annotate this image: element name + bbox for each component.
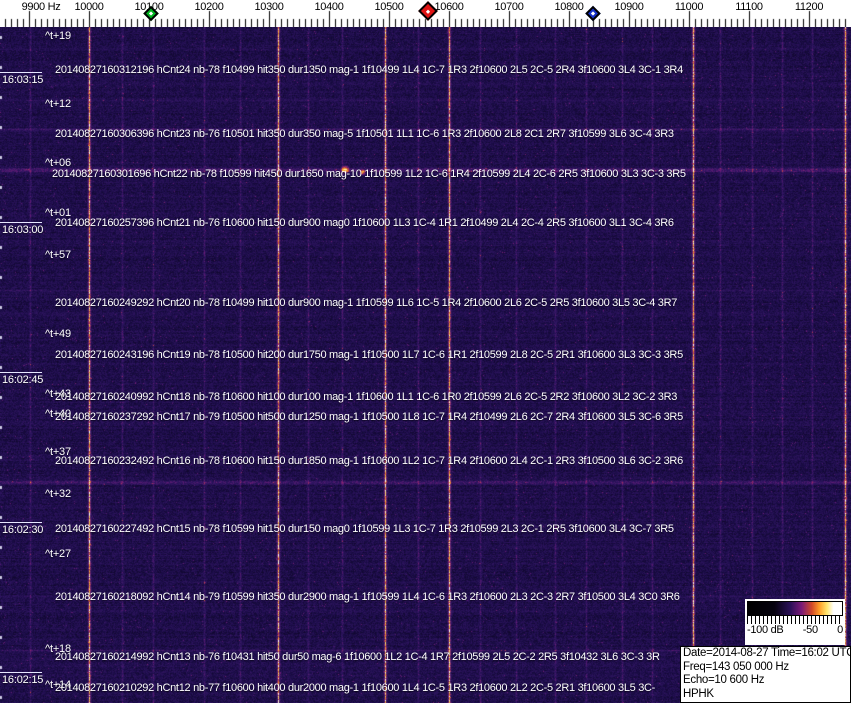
info-frequency: Freq=143 050 000 Hz <box>683 660 789 673</box>
echo-event-text: 20140827160214992 hCnt13 nb-76 f10431 hi… <box>55 651 660 663</box>
db-max-label: 0 <box>837 624 843 636</box>
freq-tick-label: 10200 <box>194 1 224 13</box>
echo-event-text: 20140827160237292 hCnt17 nb-79 f10500 hi… <box>55 411 683 423</box>
echo-event-text: 20140827160243196 hCnt19 nb-78 f10500 hi… <box>55 349 683 361</box>
time-tick-label: 16:02:45 <box>0 372 44 386</box>
time-tick-label: 16:03:00 <box>0 222 44 236</box>
freq-tick-label: 10500 <box>374 1 404 13</box>
freq-tick-label: 10300 <box>254 1 284 13</box>
freq-tick-label: 10000 <box>74 1 104 13</box>
diamond-center-dot <box>148 11 154 16</box>
db-color-legend: -100 dB -50 0 <box>745 599 845 645</box>
diamond-center-dot <box>590 11 596 16</box>
time-offset-marker: ^t+49 <box>45 328 71 340</box>
info-station-code: HPHK <box>683 687 714 700</box>
echo-event-text: 20140827160232492 hCnt16 nb-78 f10600 hi… <box>55 455 683 467</box>
echo-event-text: 20140827160257396 hCnt21 nb-76 f10600 hi… <box>55 217 674 229</box>
db-scale-labels: -100 dB -50 0 <box>747 624 843 637</box>
time-offset-marker: ^t+57 <box>45 249 71 261</box>
freq-tick-label: 10400 <box>314 1 344 13</box>
time-offset-marker: ^t+27 <box>45 548 71 560</box>
freq-tick-label: 11000 <box>674 1 704 13</box>
db-mid-label: -50 <box>802 624 818 636</box>
time-offset-marker: ^t+19 <box>45 30 71 42</box>
meteor-spectrogram-window: 9900 Hz100001010010200103001040010500106… <box>0 0 851 703</box>
freq-tick-label: 11200 <box>794 1 824 13</box>
diamond-center-dot <box>425 8 431 14</box>
info-echo-frequency: Echo=10 600 Hz <box>683 674 765 686</box>
time-offset-marker: ^t+32 <box>45 488 71 500</box>
freq-tick-label: 11100 <box>735 1 763 13</box>
time-tick-label: 16:03:15 <box>0 72 44 86</box>
status-info-box: Date=2014-08-27 Time=16:02 UTC Freq=143 … <box>680 646 851 703</box>
echo-event-text: 20140827160218092 hCnt14 nb-79 f10599 hi… <box>55 591 680 603</box>
freq-tick-label: 10800 <box>554 1 584 13</box>
db-min-label: -100 dB <box>747 624 784 636</box>
echo-event-text: 20140827160312196 hCnt24 nb-78 f10499 hi… <box>55 64 683 76</box>
freq-tick-label: 10600 <box>434 1 464 13</box>
echo-event-text: 20140827160227492 hCnt15 nb-78 f10599 hi… <box>55 523 674 535</box>
freq-tick-label: 10900 <box>614 1 644 13</box>
echo-event-text: 20140827160301696 hCnt22 nb-78 f10599 hi… <box>52 168 686 180</box>
frequency-ruler: 9900 Hz100001010010200103001040010500106… <box>0 0 851 27</box>
time-offset-marker: ^t+12 <box>45 98 71 110</box>
echo-event-text: 20140827160210292 hCnt12 nb-77 f10600 hi… <box>55 682 656 694</box>
echo-event-text: 20140827160240992 hCnt18 nb-78 f10600 hi… <box>55 391 678 403</box>
freq-tick-label: 9900 Hz <box>21 1 61 13</box>
time-tick-label: 16:02:30 <box>0 522 44 536</box>
echo-event-text: 20140827160249292 hCnt20 nb-78 f10499 hi… <box>55 297 678 309</box>
info-date-time: Date=2014-08-27 Time=16:02 UTC <box>683 647 851 659</box>
db-gradient-bar <box>747 601 843 616</box>
time-tick-label: 16:02:15 <box>0 672 44 686</box>
freq-tick-label: 10700 <box>494 1 524 13</box>
echo-event-text: 20140827160306396 hCnt23 nb-76 f10501 hi… <box>55 128 674 140</box>
db-scale-ticks <box>747 616 843 624</box>
